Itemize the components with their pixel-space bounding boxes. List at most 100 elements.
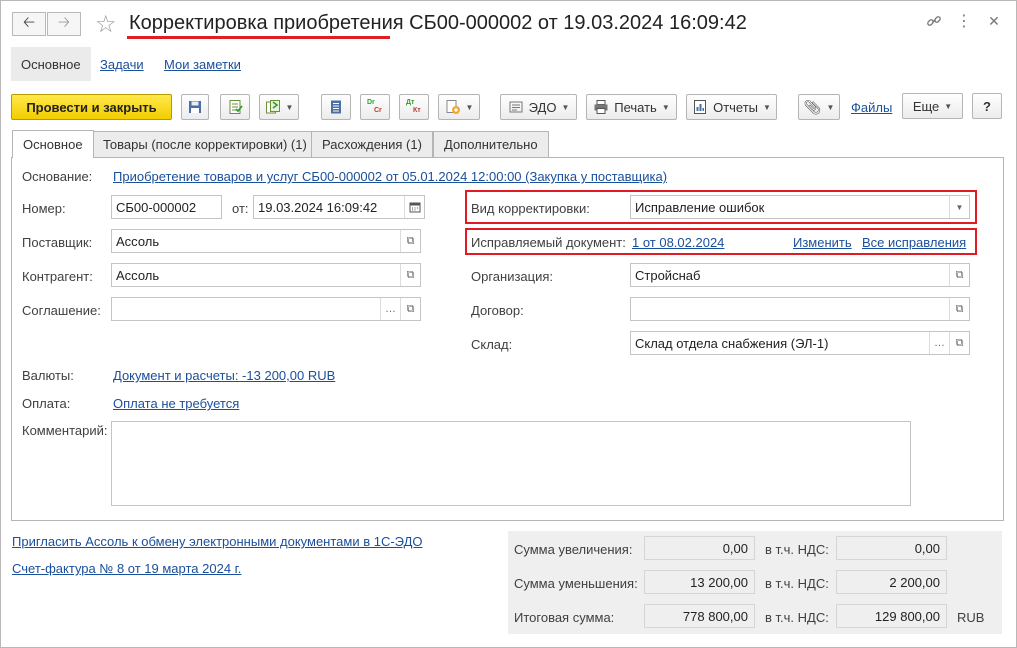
edo-button[interactable]: ЭДО ▼ <box>500 94 577 120</box>
post-button[interactable] <box>220 94 250 120</box>
post-and-close-button[interactable]: Провести и закрыть <box>11 94 172 120</box>
supplier-field[interactable]: Ассоль ⧉ <box>111 229 421 253</box>
paperclip-icon: 📎︎ <box>803 98 822 115</box>
total-label: Итоговая сумма: <box>514 610 615 625</box>
correction-type-select[interactable]: Исправление ошибок ▼ <box>630 195 970 219</box>
counterparty-value: Ассоль <box>116 267 160 283</box>
dropdown-caret-icon[interactable]: ▼ <box>949 196 969 218</box>
dropdown-caret-icon: ▼ <box>465 102 474 112</box>
more-label: Еще <box>912 98 940 114</box>
open-icon[interactable]: ⧉ <box>949 298 969 320</box>
dropdown-caret-icon: ▼ <box>944 101 953 111</box>
related-documents-icon <box>445 99 461 115</box>
accounting-entries-ru-button[interactable]: Дт Кт <box>399 94 429 120</box>
basis-link[interactable]: Приобретение товаров и услуг СБ00-000002… <box>113 169 667 184</box>
contract-label: Договор: <box>471 303 524 318</box>
currencies-link[interactable]: Документ и расчеты: -13 200,00 RUB <box>113 368 335 383</box>
more-button[interactable]: Еще ▼ <box>902 93 963 119</box>
comment-textarea[interactable] <box>111 421 911 506</box>
back-button[interactable]: 🡠 <box>12 12 46 36</box>
floppy-disk-icon <box>187 99 203 115</box>
dropdown-caret-icon: ▼ <box>763 102 771 112</box>
counterparty-field[interactable]: Ассоль ⧉ <box>111 263 421 287</box>
title-highlight-underline <box>127 36 390 39</box>
dropdown-caret-icon: ▼ <box>561 102 570 112</box>
reports-button[interactable]: Отчеты ▼ <box>686 94 777 120</box>
section-notes-link[interactable]: Мои заметки <box>164 57 241 72</box>
edo-label: ЭДО <box>528 99 557 115</box>
supplier-label: Поставщик: <box>22 235 93 250</box>
warehouse-field[interactable]: Склад отдела снабжения (ЭЛ-1) … ⧉ <box>630 331 970 355</box>
arrow-left-icon: 🡠 <box>22 13 36 31</box>
increase-vat-amount: 0,00 <box>836 536 947 560</box>
open-icon[interactable]: ⧉ <box>400 298 420 320</box>
decrease-amount: 13 200,00 <box>644 570 755 594</box>
print-label: Печать <box>614 99 657 115</box>
corrected-document-link[interactable]: 1 от 08.02.2024 <box>632 235 724 250</box>
link-icon[interactable] <box>924 11 944 31</box>
agreement-field[interactable]: … ⧉ <box>111 297 421 321</box>
save-button[interactable] <box>181 94 209 120</box>
change-link[interactable]: Изменить <box>793 235 852 250</box>
dr-label: Dr <box>367 99 375 106</box>
organization-field[interactable]: Стройснаб ⧉ <box>630 263 970 287</box>
supplier-value: Ассоль <box>116 233 160 249</box>
comment-label: Комментарий: <box>22 423 108 438</box>
files-link[interactable]: Файлы <box>851 100 892 115</box>
reports-icon <box>692 99 708 115</box>
create-based-on-button[interactable]: ▼ <box>259 94 299 120</box>
cr-label: Cr <box>374 107 382 114</box>
calendar-icon[interactable] <box>404 196 424 218</box>
payment-label: Оплата: <box>22 396 71 411</box>
help-button[interactable]: ? <box>972 93 1002 119</box>
select-ellipsis-icon[interactable]: … <box>929 332 949 354</box>
contract-field[interactable]: ⧉ <box>630 297 970 321</box>
date-value: 19.03.2024 16:09:42 <box>258 199 378 215</box>
list-document-icon <box>328 99 344 115</box>
more-vertical-icon[interactable]: ⋮ <box>954 11 974 31</box>
corrected-document-label: Исправляемый документ: <box>471 235 626 250</box>
all-corrections-link[interactable]: Все исправления <box>862 235 966 250</box>
forward-button[interactable]: 🡢 <box>47 12 81 36</box>
post-document-icon <box>227 99 243 115</box>
invite-edo-link[interactable]: Пригласить Ассоль к обмену электронными … <box>12 534 423 549</box>
section-main[interactable]: Основное <box>11 47 91 81</box>
reports-label: Отчеты <box>713 99 759 115</box>
decrease-vat-label: в т.ч. НДС: <box>765 576 829 591</box>
open-icon[interactable]: ⧉ <box>949 332 969 354</box>
increase-label: Сумма увеличения: <box>514 542 633 557</box>
section-tasks-link[interactable]: Задачи <box>100 57 144 72</box>
decrease-label: Сумма уменьшения: <box>514 576 638 591</box>
create-based-on-icon <box>265 99 281 115</box>
related-documents-button[interactable]: ▼ <box>438 94 480 120</box>
dropdown-caret-icon: ▼ <box>661 102 670 112</box>
number-field[interactable]: СБ00-000002 <box>111 195 222 219</box>
select-ellipsis-icon[interactable]: … <box>380 298 400 320</box>
attachments-button[interactable]: 📎︎ ▼ <box>798 94 840 120</box>
dt-kt-icon: Дт Кт <box>406 99 422 115</box>
invoice-link[interactable]: Счет-фактура № 8 от 19 марта 2024 г. <box>12 561 241 576</box>
accounting-entries-button[interactable]: Dr Cr <box>360 94 390 120</box>
favorite-star-icon[interactable]: ☆ <box>95 10 117 39</box>
page-title: Корректировка приобретения СБ00-000002 о… <box>129 12 747 34</box>
kt-label: Кт <box>413 107 421 114</box>
total-amount: 778 800,00 <box>644 604 755 628</box>
close-icon[interactable]: ✕ <box>984 11 1004 31</box>
correction-type-value: Исправление ошибок <box>635 199 765 215</box>
open-icon[interactable]: ⧉ <box>949 264 969 286</box>
tab-main[interactable]: Основное <box>12 130 94 158</box>
date-field[interactable]: 19.03.2024 16:09:42 <box>253 195 425 219</box>
tab-goods-after-correction[interactable]: Товары (после корректировки) (1) <box>92 131 318 157</box>
payment-link[interactable]: Оплата не требуется <box>113 396 239 411</box>
currency-label: RUB <box>957 610 985 625</box>
printer-icon <box>593 99 609 115</box>
increase-amount: 0,00 <box>644 536 755 560</box>
tab-additional[interactable]: Дополнительно <box>433 131 549 157</box>
open-icon[interactable]: ⧉ <box>400 264 420 286</box>
tab-discrepancies[interactable]: Расхождения (1) <box>311 131 433 157</box>
open-icon[interactable]: ⧉ <box>400 230 420 252</box>
organization-label: Организация: <box>471 269 554 284</box>
structure-button[interactable] <box>321 94 351 120</box>
organization-value: Стройснаб <box>635 267 701 283</box>
print-button[interactable]: Печать ▼ <box>586 94 677 120</box>
